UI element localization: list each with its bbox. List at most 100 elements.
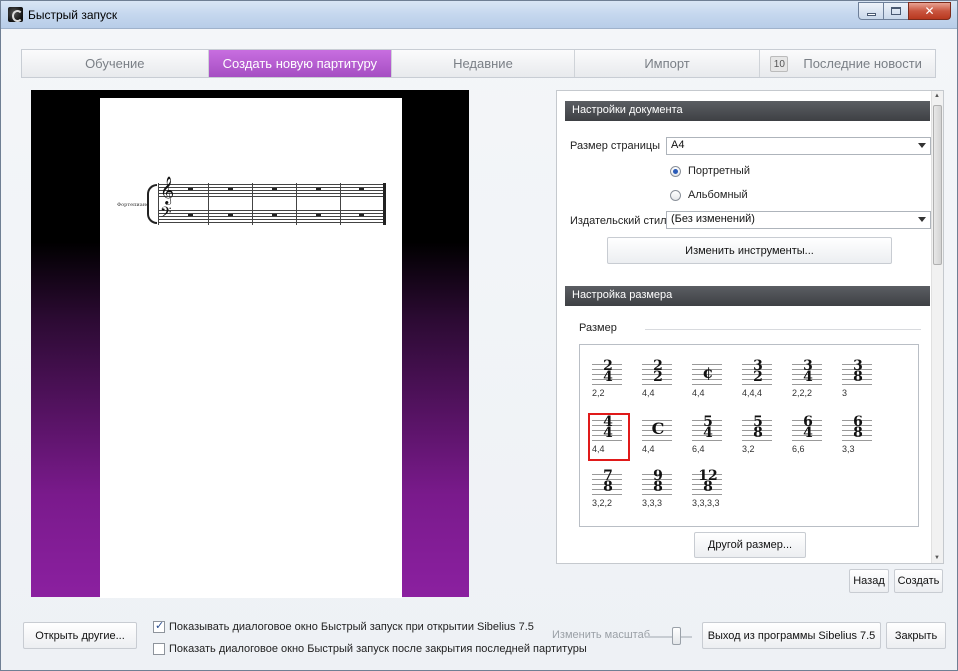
treble-clef-icon: 𝄞: [160, 176, 175, 204]
time-signature-option[interactable]: 7 8 3,2,2: [592, 469, 626, 511]
chevron-down-icon: [918, 143, 926, 148]
time-size-label: Размер: [579, 322, 617, 334]
time-signature-denominator: 8: [653, 479, 663, 495]
time-signature-denominator: 2: [653, 369, 663, 385]
time-signature-option[interactable]: 5 4 6,4: [692, 415, 726, 457]
time-signature-option[interactable]: 2 2 4,4: [642, 359, 676, 401]
close-window-button[interactable]: ✕: [908, 2, 951, 20]
whole-rest-icon: [272, 214, 277, 216]
tab-latest-news[interactable]: 10 Последние новости: [760, 50, 935, 77]
settings-scrollbar[interactable]: ▲ ▼: [931, 91, 943, 563]
zoom-slider-thumb[interactable]: [672, 627, 681, 645]
portrait-radio[interactable]: [670, 166, 681, 177]
settings-panel[interactable]: ▲ ▼ Настройки документа Размер страницы …: [556, 90, 944, 564]
show-after-close-checkbox[interactable]: [153, 643, 165, 655]
time-signature-option[interactable]: 2 4 2,2: [592, 359, 626, 401]
page-size-select[interactable]: A4: [666, 137, 931, 155]
time-signature-denominator: 4: [703, 425, 713, 441]
time-signature-option[interactable]: C 4,4: [642, 417, 676, 457]
scroll-down-icon[interactable]: ▼: [934, 555, 940, 561]
window-title: Быстрый запуск: [28, 8, 118, 22]
time-signature-denominator: 4: [803, 369, 813, 385]
show-after-close-label: Показать диалоговое окно Быстрый запуск …: [169, 643, 587, 655]
time-signature-glyph: 12 8: [696, 469, 720, 494]
time-signature-denominator: 8: [603, 479, 613, 495]
time-settings-header: Настройка размера: [565, 286, 930, 306]
chevron-down-icon: [918, 217, 926, 222]
tab-import[interactable]: Импорт: [575, 50, 761, 77]
beam-group-label: 3,2,2: [592, 498, 613, 508]
time-signature-glyph: 54: [696, 415, 720, 441]
beam-group-label: 2,2: [592, 388, 605, 398]
maximize-button[interactable]: [883, 2, 909, 20]
other-size-button[interactable]: Другой размер...: [694, 532, 806, 558]
time-signature-option[interactable]: 12 8 3,3,3,3: [692, 469, 726, 511]
doc-settings-header: Настройки документа: [565, 101, 930, 121]
beam-group-label: 3,3: [842, 444, 855, 454]
time-signature-glyph: C: [646, 421, 670, 437]
tab-recent[interactable]: Недавние: [392, 50, 575, 77]
whole-rest-icon: [188, 214, 193, 216]
time-signature-option[interactable]: 3 2 4,4,4: [742, 359, 776, 401]
time-signature-option[interactable]: 5 8 3,2: [742, 415, 776, 457]
time-signature-glyph: 98: [646, 469, 670, 495]
time-signature-option[interactable]: 6 4 6,6: [792, 415, 826, 457]
whole-rest-icon: [316, 214, 321, 216]
show-on-start-checkbox[interactable]: [153, 619, 165, 633]
landscape-radio[interactable]: [670, 190, 681, 201]
beam-group-label: 4,4: [592, 444, 605, 454]
beam-group-label: 3,2: [742, 444, 755, 454]
window-controls: ✕: [858, 2, 951, 20]
news-count-badge: 10: [770, 56, 789, 72]
quick-start-window: Быстрый запуск ✕ Обучение Создать новую …: [0, 0, 958, 671]
title-bar: Быстрый запуск ✕: [1, 1, 957, 29]
time-signature-option[interactable]: 9 8 3,3,3: [642, 469, 676, 511]
time-signature-glyph: 22: [646, 359, 670, 385]
scroll-up-icon[interactable]: ▲: [934, 93, 940, 99]
time-signature-glyph: 34: [796, 359, 820, 385]
time-signature-denominator: 2: [753, 369, 763, 385]
minimize-button[interactable]: [858, 2, 884, 20]
time-signature-option[interactable]: ¢ 4,4: [692, 361, 726, 401]
time-signature-glyph: 58: [746, 415, 770, 440]
open-other-button[interactable]: Открыть другие...: [23, 622, 137, 649]
beam-group-label: 6,6: [792, 444, 805, 454]
time-signature-option[interactable]: 4 4 4,4: [588, 413, 630, 461]
tab-bar: Обучение Создать новую партитуру Недавни…: [21, 49, 936, 78]
time-signature-glyph: 64: [796, 415, 820, 440]
time-signature-glyph: 68: [846, 415, 870, 441]
scroll-thumb[interactable]: [933, 105, 942, 265]
tab-learn[interactable]: Обучение: [22, 50, 209, 77]
time-signature-denominator: 4: [603, 369, 613, 385]
treble-staff: [158, 184, 384, 197]
tab-new-score[interactable]: Создать новую партитуру: [208, 50, 393, 77]
sibelius-app-icon: [8, 7, 23, 22]
beam-group-label: 4,4,4: [742, 388, 763, 398]
divider: [645, 329, 921, 330]
house-style-select[interactable]: (Без изменений): [666, 211, 931, 229]
barline: [296, 183, 297, 225]
exit-sibelius-button[interactable]: Выход из программы Sibelius 7.5: [702, 622, 881, 649]
time-signature-option[interactable]: 3 4 2,2,2: [792, 359, 826, 401]
final-barline: [383, 183, 386, 225]
whole-rest-icon: [272, 188, 277, 190]
barline: [158, 183, 159, 225]
grand-staff-brace: [147, 184, 157, 224]
time-signature-option[interactable]: 38 3: [842, 359, 876, 401]
change-instruments-button[interactable]: Изменить инструменты...: [607, 237, 892, 264]
bass-staff: [158, 210, 384, 223]
time-signature-denominator: 8: [853, 425, 863, 441]
time-signature-glyph: 44: [596, 415, 620, 440]
show-on-start-label: Показывать диалоговое окно Быстрый запус…: [169, 621, 534, 633]
time-signature-option[interactable]: 6 8 3,3: [842, 415, 876, 457]
close-icon: ✕: [924, 4, 935, 18]
bass-clef-icon: 𝄢: [160, 204, 172, 225]
zoom-slider-track[interactable]: [646, 636, 692, 638]
page-size-label: Размер страницы: [570, 140, 661, 152]
portrait-label: Портретный: [688, 165, 750, 177]
create-button[interactable]: Создать: [894, 569, 943, 593]
close-button[interactable]: Закрыть: [886, 622, 946, 649]
time-signature-glyph: 24: [596, 359, 620, 385]
whole-rest-icon: [228, 214, 233, 216]
back-button[interactable]: Назад: [849, 569, 889, 593]
